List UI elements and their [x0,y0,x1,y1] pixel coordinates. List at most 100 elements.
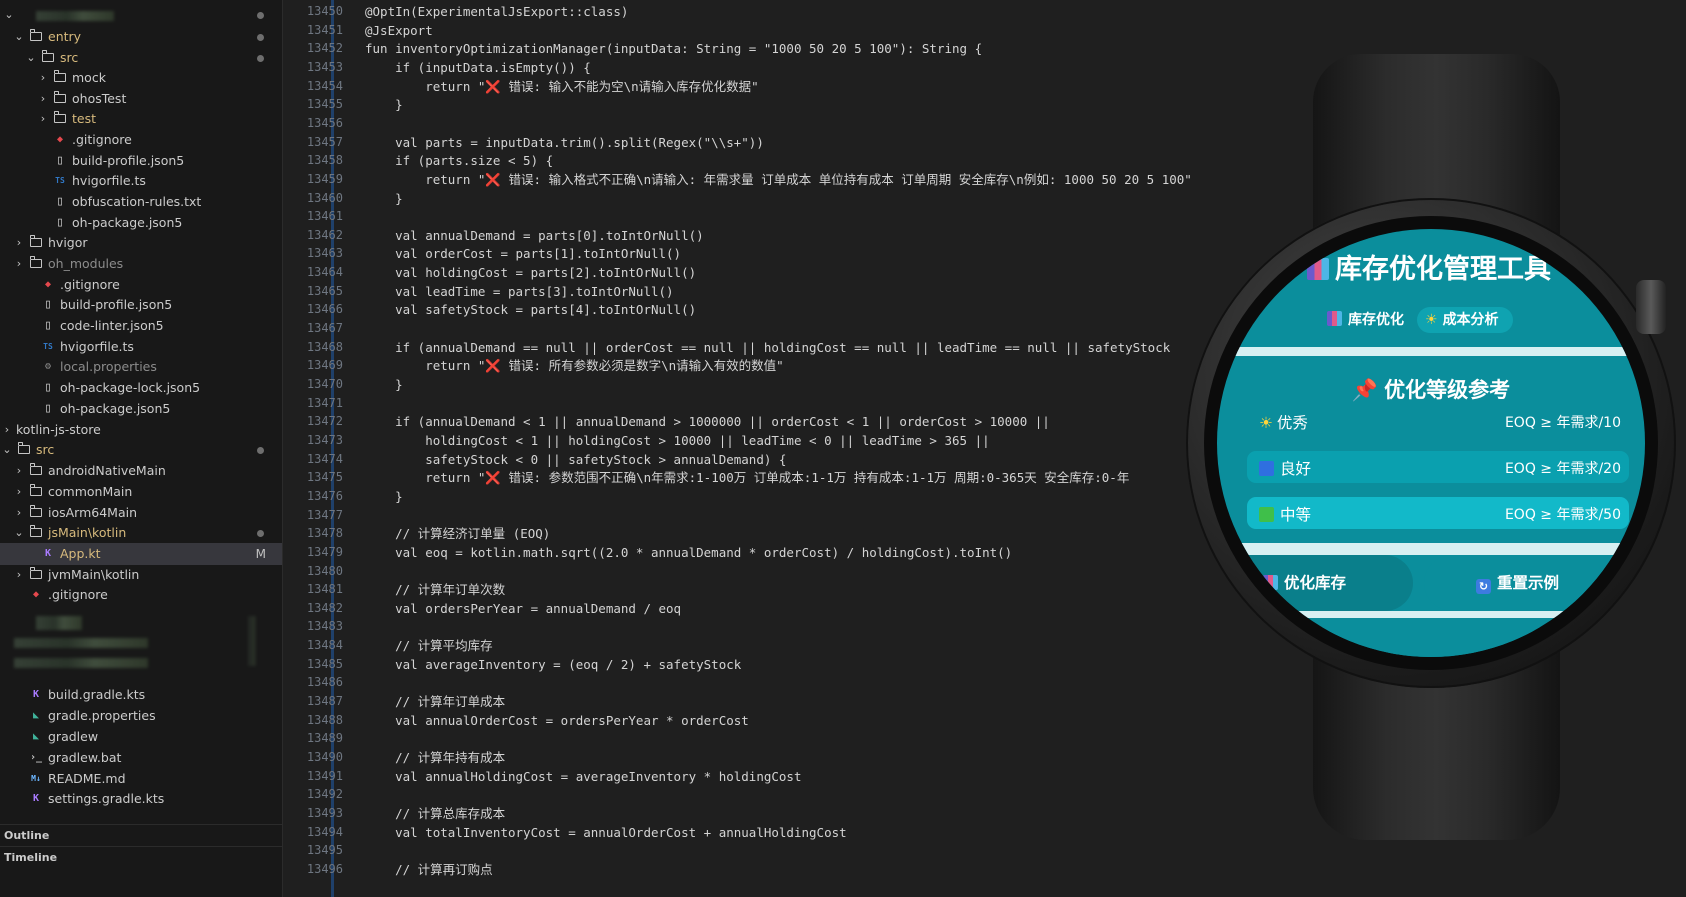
tree-file[interactable]: ⚙ local.properties [0,356,282,378]
tree-file[interactable]: ◣ gradlew [0,726,282,748]
tree-folder[interactable]: ⌄ src [0,47,282,69]
watch-crown[interactable] [1636,280,1666,334]
tree-folder[interactable]: ⌄ jsMain\kotlin [0,522,282,544]
tree-folder[interactable]: › test [0,108,282,130]
tree-file[interactable]: ▯ code-linter.json5 [0,315,282,337]
code-line[interactable]: // 计算平均库存 [365,636,493,655]
tree-file[interactable]: ◆ .gitignore [0,274,282,296]
line-number: 13456 [306,115,343,130]
tree-folder[interactable]: › ohosTest [0,88,282,110]
tree-folder[interactable]: › iosArm64Main [0,502,282,524]
tree-file[interactable]: Kbuild.gradle.kts [0,684,282,706]
timeline-section[interactable]: Timeline [0,846,282,869]
tree-item-label: gradlew [48,729,99,744]
tree-file[interactable]: ›_ gradlew.bat [0,747,282,769]
tree-folder[interactable]: › jvmMain\kotlin [0,564,282,586]
code-line[interactable]: return "❌ 错误: 参数范围不正确\n年需求:1-100万 订单成本:1… [365,468,1129,487]
tree-folder[interactable]: ⌄ src [0,439,282,461]
tree-file[interactable]: ▯ oh-package.json5 [0,212,282,234]
code-line[interactable]: val safetyStock = parts[4].toIntOrNull() [365,300,696,319]
tree-file[interactable]: ▯ oh-package-lock.json5 [0,377,282,399]
code-line[interactable]: return "❌ 错误: 所有参数必须是数字\n请输入有效的数值" [365,356,783,375]
tree-row-project[interactable]: ⌄ [0,4,282,26]
tree-folder[interactable]: ⌄ entry [0,26,282,48]
outline-section[interactable]: Outline [0,824,282,847]
code-line[interactable]: val holdingCost = parts[2].toIntOrNull() [365,263,696,282]
code-line[interactable]: @JsExport [365,21,433,40]
code-line[interactable]: // 计算经济订单量 (EOQ) [365,524,550,543]
modified-dot-icon [257,447,264,454]
tree-item-label: App.kt [60,546,101,561]
line-number: 13455 [306,97,343,112]
tab-cost-analysis[interactable]: ☀ 成本分析 [1417,307,1513,333]
code-line[interactable]: if (annualDemand < 1 || annualDemand > 1… [365,412,1050,431]
tree-folder[interactable]: › hvigor [0,232,282,254]
code-line[interactable]: val leadTime = parts[3].toIntOrNull() [365,282,673,301]
reset-example-button[interactable]: ↻ 重置示例 [1424,555,1645,611]
line-number: 13466 [306,302,343,317]
tree-item-label: gradle.properties [48,708,156,723]
code-line[interactable]: val ordersPerYear = annualDemand / eoq [365,599,681,618]
code-line[interactable]: } [365,487,403,506]
line-number: 13465 [306,283,343,298]
tree-file[interactable]: TS hvigorfile.ts [0,336,282,358]
tab-inventory-optimization[interactable]: 库存优化 [1321,307,1411,333]
code-line[interactable]: val averageInventory = (eoq / 2) + safet… [365,655,741,674]
code-line[interactable]: if (inputData.isEmpty()) { [365,58,591,77]
code-line[interactable]: // 计算年订单成本 [365,692,505,711]
tree-folder[interactable]: › oh_modules [0,253,282,275]
code-line[interactable]: @OptIn(ExperimentalJsExport::class) [365,2,628,21]
grade-value: EOQ ≥ 年需求/10 [1504,415,1621,431]
tree-file[interactable]: ▯ oh-package.json5 [0,398,282,420]
tree-folder[interactable]: › androidNativeMain [0,460,282,482]
code-line[interactable]: if (annualDemand == null || orderCost ==… [365,338,1170,357]
code-line[interactable]: return "❌ 错误: 输入不能为空\n请输入库存优化数据" [365,77,758,96]
code-line[interactable]: val annualDemand = parts[0].toIntOrNull(… [365,226,704,245]
code-line[interactable]: if (parts.size < 5) { [365,151,553,170]
tree-file[interactable]: ▯ build-profile.json5 [0,294,282,316]
tree-file[interactable]: ◆ .gitignore [0,584,282,606]
tree-file[interactable]: ▯ obfuscation-rules.txt [0,191,282,213]
watch-screen[interactable]: 库存优化管理工具 库存优化 ☀ 成本分析 📌 优化等级参考 ☀ 优秀 EOQ ≥ 年需… [1217,229,1645,657]
code-line[interactable]: return "❌ 错误: 输入格式不正确\n请输入: 年需求量 订单成本 单位… [365,170,1192,189]
code-line[interactable]: fun inventoryOptimizationManager(inputDa… [365,39,982,58]
code-line[interactable]: // 计算年订单次数 [365,580,505,599]
code-line[interactable]: } [365,189,403,208]
tree-folder[interactable]: › mock [0,67,282,89]
tree-file[interactable]: ◣ gradle.properties [0,705,282,727]
explorer-sidebar: ⌄ ⌄ entry ⌄ src › mock › ohosTest › test ◆ .gitigno… [0,0,283,897]
tree-item-label: test [72,111,97,126]
file-icon: ▯ [56,215,64,230]
redacted-row [14,658,148,668]
tree-file[interactable]: TS hvigorfile.ts [0,170,282,192]
line-number: 13472 [306,414,343,429]
tree-folder[interactable]: › kotlin-js-store [0,419,282,441]
tree-file[interactable]: M↓ README.md [0,768,282,790]
optimize-inventory-button[interactable]: 优化库存 [1217,555,1413,611]
tree-file[interactable]: Ksettings.gradle.kts [0,788,282,810]
tree-file[interactable]: K App.kt M [0,543,282,565]
code-line[interactable]: holdingCost < 1 || holdingCost > 10000 |… [365,431,989,450]
kotlin-icon: K [32,793,40,804]
code-line[interactable]: val annualOrderCost = ordersPerYear * or… [365,711,749,730]
code-line[interactable]: val annualHoldingCost = averageInventory… [365,767,801,786]
chevron-right-icon: › [16,257,22,270]
code-line[interactable]: safetyStock < 0 || safetyStock > annualD… [365,450,786,469]
code-line[interactable]: } [365,95,403,114]
line-number: 13462 [306,227,343,242]
code-line[interactable]: // 计算总库存成本 [365,804,505,823]
grade-row-excellent: ☀ 优秀 EOQ ≥ 年需求/10 [1247,405,1629,437]
code-line[interactable]: val parts = inputData.trim().split(Regex… [365,133,764,152]
tree-file[interactable]: ◆ .gitignore [0,129,282,151]
code-line[interactable]: } [365,375,403,394]
code-line[interactable]: val totalInventoryCost = annualOrderCost… [365,823,847,842]
code-line[interactable]: // 计算再订购点 [365,860,493,879]
code-line[interactable]: val eoq = kotlin.math.sqrt((2.0 * annual… [365,543,1012,562]
tree-folder[interactable]: › commonMain [0,481,282,503]
code-line[interactable]: val orderCost = parts[1].toIntOrNull() [365,244,681,263]
chevron-right-icon: › [40,92,46,105]
tree-file[interactable]: ▯ build-profile.json5 [0,150,282,172]
line-number: 13451 [306,22,343,37]
line-number: 13475 [306,470,343,485]
code-line[interactable]: // 计算年持有成本 [365,748,505,767]
